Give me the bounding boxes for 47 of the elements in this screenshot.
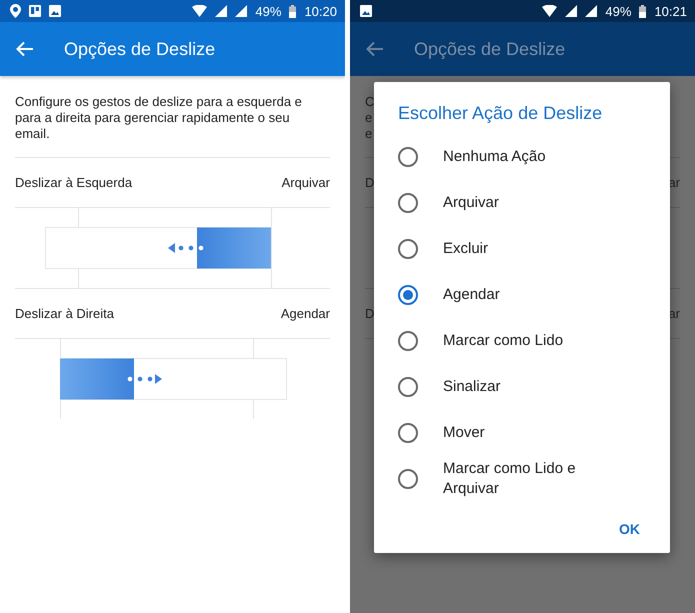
radio-button[interactable] — [398, 285, 418, 305]
swipe-action-value[interactable]: Agendar — [280, 306, 330, 321]
swipe-setting-label: D — [365, 175, 374, 190]
swipe-setting-label: D — [365, 306, 374, 321]
swipe-setting-label: Deslizar à Esquerda — [15, 175, 132, 190]
signal-icon — [585, 5, 598, 17]
clock: 10:21 — [654, 4, 687, 18]
ok-button[interactable]: OK — [613, 517, 646, 541]
action-option[interactable]: Agendar — [374, 272, 670, 318]
description-text: e — [365, 110, 372, 126]
radio-button[interactable] — [398, 193, 418, 213]
battery-icon — [289, 4, 296, 18]
board-icon — [29, 5, 41, 17]
clock: 10:20 — [304, 4, 337, 18]
wifi-icon — [542, 5, 558, 17]
battery-percentage: 49% — [605, 4, 632, 18]
action-option[interactable]: Marcar como Lido — [374, 318, 670, 364]
action-option[interactable]: Nenhuma Ação — [374, 134, 670, 180]
screen-title: Opções de Deslize — [64, 38, 216, 60]
radio-button[interactable] — [398, 239, 418, 259]
action-option[interactable]: Sinalizar — [374, 364, 670, 410]
action-option[interactable]: Mover — [374, 410, 670, 456]
dialog-title: Escolher Ação de Deslize — [397, 102, 604, 125]
battery-icon — [639, 4, 646, 18]
description-text: e — [365, 126, 372, 142]
wifi-icon — [192, 5, 208, 17]
battery-percentage: 49% — [255, 4, 282, 18]
back-button[interactable] — [366, 41, 384, 57]
signal-icon — [565, 5, 578, 17]
action-option[interactable]: Excluir — [374, 226, 670, 272]
image-icon — [49, 5, 61, 17]
signal-icon — [235, 5, 248, 17]
swipe-action-value[interactable]: Arquivar — [282, 175, 330, 190]
signal-icon — [215, 5, 228, 17]
action-option[interactable]: Arquivar — [374, 180, 670, 226]
radio-button[interactable] — [398, 377, 418, 397]
description-text: C — [365, 94, 374, 110]
screen-title: Opções de Deslize — [414, 38, 566, 60]
description-text: Configure os gestos de deslize para a esquerda e para a direita para gerenciar rapidamente o seu email. — [14, 93, 303, 143]
swipe-setting-label: Deslizar à Direita — [15, 306, 114, 321]
action-option[interactable]: Marcar como Lido e Arquivar — [374, 456, 670, 502]
image-icon — [360, 5, 372, 17]
radio-button[interactable] — [398, 469, 418, 489]
radio-button[interactable] — [398, 147, 418, 167]
location-pin-icon — [10, 4, 21, 18]
radio-button[interactable] — [398, 423, 418, 443]
radio-button[interactable] — [398, 331, 418, 351]
